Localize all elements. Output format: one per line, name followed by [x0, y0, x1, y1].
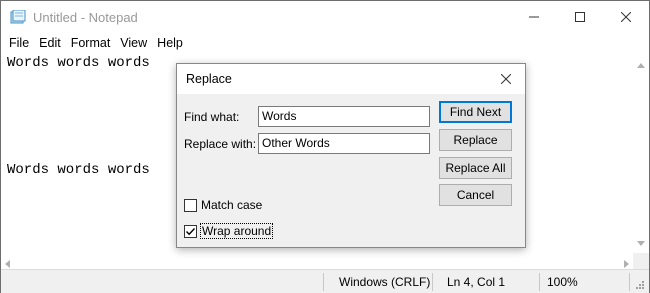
- find-next-button[interactable]: Find Next: [439, 101, 512, 123]
- close-icon: [621, 12, 631, 22]
- replace-with-label: Replace with:: [184, 137, 257, 151]
- replace-with-input[interactable]: Other Words: [258, 133, 430, 154]
- resize-grip-icon[interactable]: [633, 278, 645, 293]
- match-case-option[interactable]: Match case: [184, 198, 262, 212]
- scroll-down-arrow-icon[interactable]: [637, 235, 645, 249]
- match-case-label: Match case: [201, 198, 263, 212]
- editor-line-4: Words words words: [7, 162, 150, 178]
- scroll-up-arrow-icon[interactable]: [637, 57, 645, 71]
- status-zoom: 100%: [547, 275, 578, 289]
- status-separator: [539, 273, 540, 291]
- minimize-icon: [529, 16, 539, 18]
- scrollbar-corner: [633, 253, 649, 269]
- menu-bar: File Edit Format View Help: [1, 33, 649, 53]
- dialog-title-bar: Replace: [177, 64, 525, 94]
- menu-format[interactable]: Format: [66, 33, 116, 53]
- cancel-button[interactable]: Cancel: [439, 184, 512, 206]
- find-what-label: Find what:: [184, 110, 240, 124]
- menu-edit[interactable]: Edit: [34, 33, 66, 53]
- maximize-icon: [575, 12, 585, 22]
- wrap-around-checkbox[interactable]: [184, 224, 197, 238]
- status-encoding: Windows (CRLF): [339, 275, 431, 289]
- minimize-button[interactable]: [511, 1, 557, 33]
- close-button[interactable]: [603, 1, 649, 33]
- find-what-input[interactable]: Words: [258, 106, 430, 127]
- status-cursor-position: Ln 4, Col 1: [447, 275, 506, 289]
- vertical-scrollbar[interactable]: [633, 53, 649, 253]
- status-separator: [432, 273, 433, 291]
- editor-line-1: Words words words: [7, 55, 150, 71]
- close-icon: [501, 74, 511, 84]
- replace-dialog: Replace Find what: Words Replace with: O…: [176, 63, 526, 248]
- maximize-button[interactable]: [557, 1, 603, 33]
- dialog-close-button[interactable]: [495, 69, 517, 89]
- status-bar: Windows (CRLF) Ln 4, Col 1 100%: [1, 269, 649, 293]
- checkmark-icon: [186, 227, 196, 235]
- match-case-checkbox[interactable]: [184, 198, 197, 212]
- notepad-icon: [10, 9, 26, 24]
- window-title: Untitled - Notepad: [33, 10, 138, 25]
- menu-help[interactable]: Help: [152, 33, 188, 53]
- dialog-title: Replace: [186, 72, 232, 86]
- status-separator: [629, 273, 630, 291]
- replace-button[interactable]: Replace: [439, 129, 512, 151]
- menu-file[interactable]: File: [4, 33, 34, 53]
- title-bar: Untitled - Notepad: [1, 1, 649, 33]
- replace-all-button[interactable]: Replace All: [439, 157, 512, 179]
- wrap-around-option[interactable]: Wrap around: [184, 223, 274, 239]
- menu-view[interactable]: View: [115, 33, 152, 53]
- horizontal-scrollbar[interactable]: [1, 253, 633, 269]
- status-separator: [323, 273, 324, 291]
- wrap-around-label: Wrap around: [199, 223, 274, 239]
- notepad-window: Untitled - Notepad File Edit Format View…: [0, 0, 650, 293]
